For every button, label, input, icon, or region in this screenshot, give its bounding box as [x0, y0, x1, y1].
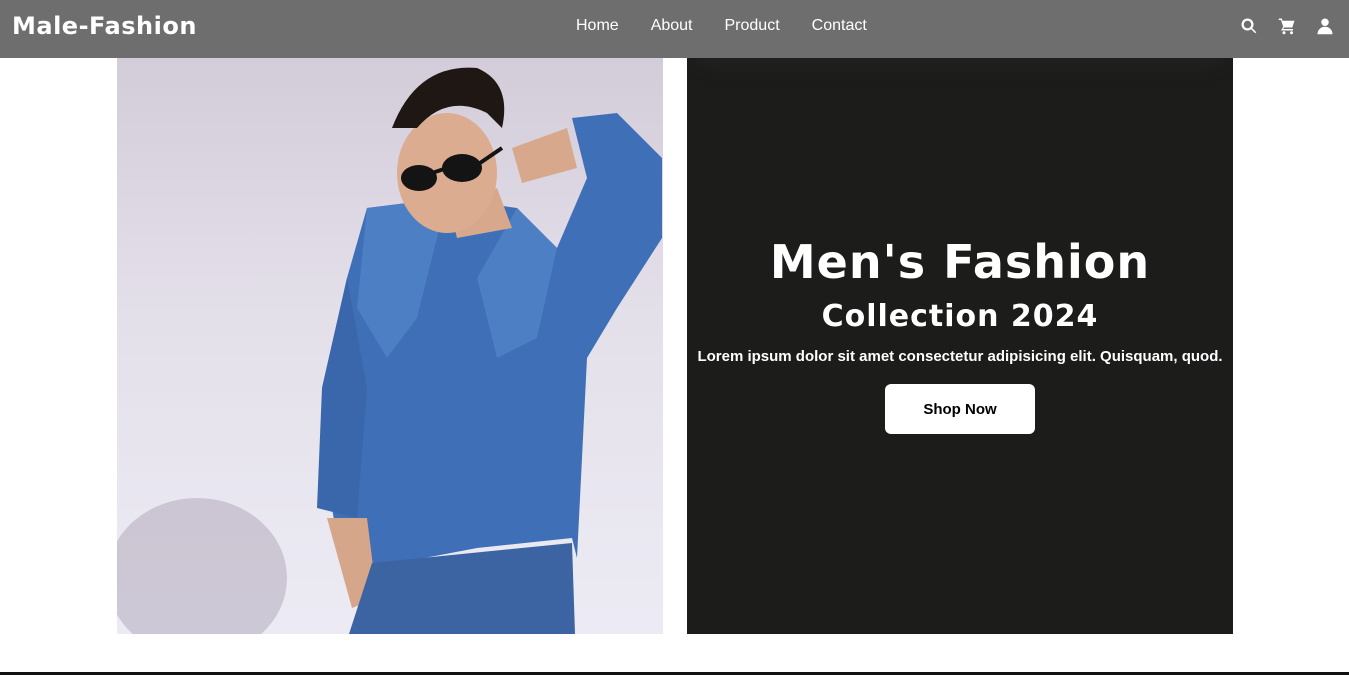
hero-panel: Men's Fashion Collection 2024 Lorem ipsu… — [687, 58, 1233, 634]
nav-icons — [1221, 0, 1335, 52]
hero-model-image — [117, 58, 663, 634]
site-logo[interactable]: Male-Fashion — [12, 8, 197, 44]
navbar: Male-Fashion Home About Product Contact — [0, 0, 1349, 58]
hero-description: Lorem ipsum dolor sit amet consectetur a… — [697, 348, 1223, 365]
search-icon[interactable] — [1239, 16, 1259, 36]
nav-link-product[interactable]: Product — [725, 17, 780, 35]
main-nav: Home About Product Contact — [560, 0, 883, 52]
hero-title: Men's Fashion — [769, 235, 1151, 289]
user-icon[interactable] — [1315, 16, 1335, 36]
nav-link-contact[interactable]: Contact — [812, 17, 867, 35]
nav-link-about[interactable]: About — [651, 17, 693, 35]
shop-now-button[interactable]: Shop Now — [885, 384, 1035, 434]
model-illustration — [117, 67, 662, 634]
hero-subtitle: Collection 2024 — [821, 299, 1099, 334]
cart-icon[interactable] — [1277, 16, 1297, 36]
nav-link-home[interactable]: Home — [576, 17, 619, 35]
